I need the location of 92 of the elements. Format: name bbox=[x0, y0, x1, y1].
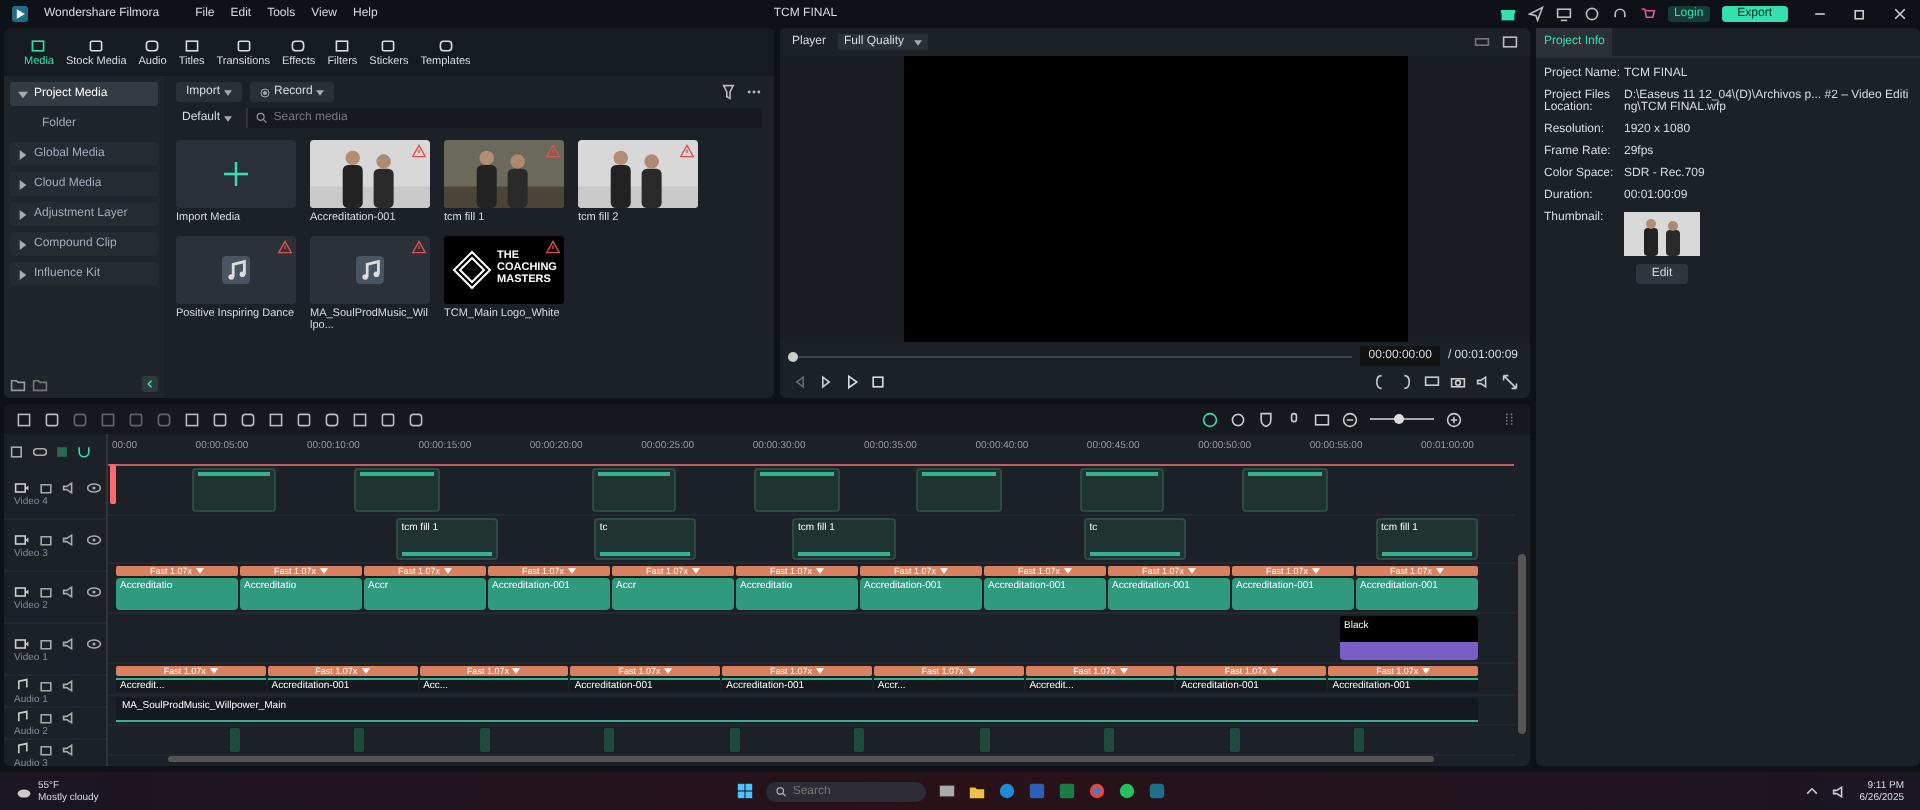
next-frame-icon[interactable] bbox=[818, 374, 834, 390]
monitor-icon[interactable] bbox=[1555, 6, 1572, 22]
speaker-icon[interactable] bbox=[62, 531, 78, 547]
speaker-icon[interactable] bbox=[62, 635, 78, 651]
media-thumbnail[interactable] bbox=[176, 236, 296, 304]
cart-icon[interactable] bbox=[1639, 6, 1656, 22]
camera-icon[interactable] bbox=[1450, 374, 1466, 390]
display-icon[interactable] bbox=[1424, 374, 1440, 390]
task-view-icon[interactable] bbox=[938, 782, 957, 800]
caret-icon bbox=[18, 89, 28, 99]
caret-icon bbox=[914, 39, 923, 45]
video-clip[interactable] bbox=[916, 468, 1003, 512]
audio-marker[interactable] bbox=[979, 727, 990, 753]
plus-icon bbox=[224, 162, 248, 186]
close-icon[interactable] bbox=[1892, 6, 1908, 22]
record-icon bbox=[260, 87, 271, 97]
magnet-icon[interactable] bbox=[76, 443, 92, 459]
collapse-icon[interactable] bbox=[142, 376, 158, 392]
caret-icon bbox=[224, 115, 233, 121]
speaker-icon[interactable] bbox=[1831, 783, 1848, 799]
subtitle-icon[interactable] bbox=[1314, 411, 1330, 427]
eye-icon[interactable] bbox=[86, 479, 102, 495]
video-track-icon bbox=[14, 479, 30, 495]
eye-icon[interactable] bbox=[86, 635, 102, 651]
windows-start-icon[interactable] bbox=[736, 782, 755, 800]
record-icon[interactable] bbox=[1230, 411, 1246, 427]
eye-icon[interactable] bbox=[86, 531, 102, 547]
caret-icon bbox=[18, 269, 28, 279]
audio-marker[interactable] bbox=[854, 727, 865, 753]
audio-marker[interactable] bbox=[729, 727, 740, 753]
video-track-icon bbox=[14, 583, 30, 599]
restore-icon[interactable] bbox=[1852, 6, 1868, 22]
document-icon[interactable] bbox=[1028, 782, 1047, 800]
mark-in-icon[interactable] bbox=[1372, 374, 1388, 390]
chevron-up-icon[interactable] bbox=[1803, 783, 1820, 799]
send-icon[interactable] bbox=[1527, 6, 1544, 22]
stop-icon[interactable] bbox=[870, 374, 886, 390]
video-track-icon bbox=[14, 635, 30, 651]
audio-marker[interactable] bbox=[229, 727, 240, 753]
media-thumbnail[interactable] bbox=[444, 140, 564, 208]
layout-icon[interactable] bbox=[1502, 411, 1518, 427]
render-icon[interactable] bbox=[1202, 411, 1218, 427]
caret-icon bbox=[18, 149, 28, 159]
video-clip[interactable] bbox=[754, 468, 840, 512]
audio-marker[interactable] bbox=[1354, 727, 1365, 753]
previous-frame-icon[interactable] bbox=[792, 374, 808, 390]
volume-icon[interactable] bbox=[1476, 374, 1492, 390]
chat-icon[interactable] bbox=[1118, 782, 1137, 800]
vertical-scrollbar[interactable] bbox=[1518, 554, 1526, 734]
media-thumbnail[interactable] bbox=[310, 140, 430, 208]
video-clip[interactable] bbox=[191, 468, 277, 512]
media-thumbnail[interactable] bbox=[578, 140, 698, 208]
video-clip[interactable] bbox=[1241, 468, 1328, 512]
speaker-icon[interactable] bbox=[62, 479, 78, 495]
play-icon[interactable] bbox=[844, 374, 860, 390]
app-logo-icon[interactable] bbox=[1148, 782, 1167, 800]
eye-icon[interactable] bbox=[86, 583, 102, 599]
speaker-icon[interactable] bbox=[62, 583, 78, 599]
media-thumbnail[interactable] bbox=[310, 236, 430, 304]
shield-icon[interactable] bbox=[1258, 411, 1274, 427]
caret-icon bbox=[18, 209, 28, 219]
browser-icon[interactable] bbox=[1088, 782, 1107, 800]
mark-out-icon[interactable] bbox=[1398, 374, 1414, 390]
caret-icon bbox=[18, 239, 28, 249]
video-clip[interactable] bbox=[591, 468, 677, 512]
video-track-icon bbox=[14, 531, 30, 547]
search-icon bbox=[256, 112, 268, 124]
search-icon bbox=[776, 785, 787, 797]
gift-icon[interactable] bbox=[1499, 6, 1516, 22]
zoom-out-icon[interactable] bbox=[1342, 411, 1358, 427]
audio-marker[interactable] bbox=[1229, 727, 1240, 753]
video-clip[interactable] bbox=[1079, 468, 1165, 512]
video-clip[interactable] bbox=[353, 468, 440, 512]
caret-icon bbox=[316, 89, 325, 95]
audio-marker[interactable] bbox=[354, 727, 365, 753]
audio-marker[interactable] bbox=[479, 727, 490, 753]
zoom-in-icon[interactable] bbox=[1446, 411, 1462, 427]
snapshot-icon[interactable] bbox=[1502, 34, 1518, 50]
caret-icon bbox=[224, 89, 233, 95]
audio-marker[interactable] bbox=[1104, 727, 1115, 753]
new-folder-icon[interactable] bbox=[10, 376, 26, 392]
fullscreen-icon[interactable] bbox=[1502, 374, 1518, 390]
microphone-icon[interactable] bbox=[1286, 411, 1302, 427]
spreadsheet-icon[interactable] bbox=[1058, 782, 1077, 800]
image-icon bbox=[30, 37, 47, 53]
audio-marker[interactable] bbox=[604, 727, 615, 753]
browser-icon[interactable] bbox=[998, 782, 1017, 800]
app-logo-icon bbox=[12, 6, 28, 22]
diamond-logo-icon bbox=[451, 250, 492, 290]
headset-icon[interactable] bbox=[1611, 6, 1628, 22]
horizontal-scrollbar[interactable] bbox=[168, 756, 1434, 762]
caret-icon bbox=[18, 179, 28, 189]
